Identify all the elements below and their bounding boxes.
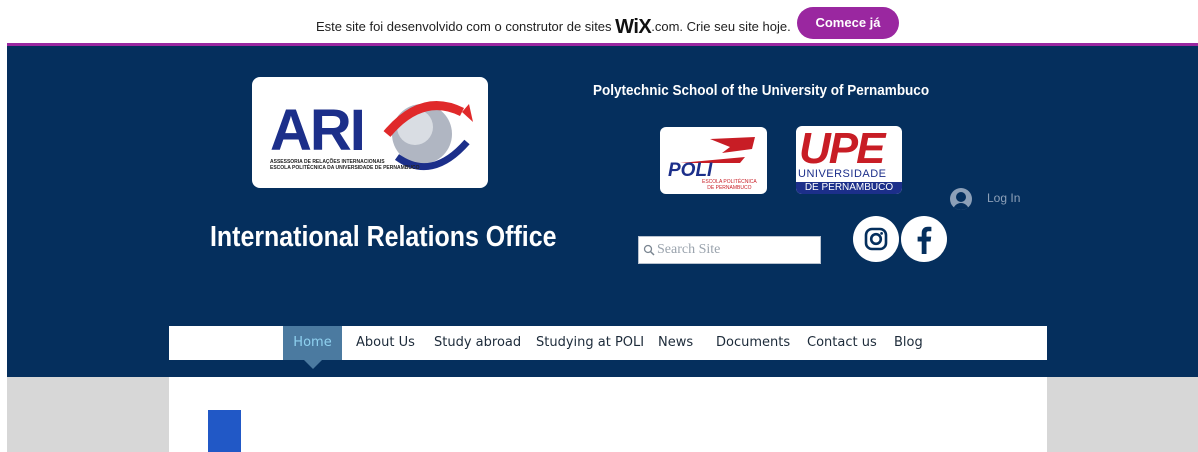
search-box[interactable] [638, 236, 821, 264]
active-nav-indicator [304, 360, 322, 369]
ari-logo-subtitle-line2: ESCOLA POLITÉCNICA DA UNIVERSIDADE DE PE… [270, 165, 420, 171]
nav-item-study-abroad[interactable]: Study abroad [434, 326, 521, 360]
upe-logo-word: UPE [799, 126, 885, 173]
main-nav: Home About Us Study abroad Studying at P… [169, 326, 1047, 360]
poli-logo-subtitle-line2: DE PERNAMBUCO [707, 185, 752, 191]
user-avatar-icon [950, 188, 972, 210]
nav-item-studying-at-poli[interactable]: Studying at POLI [536, 326, 644, 360]
search-input[interactable] [657, 242, 817, 258]
wix-brand-logo: WiX [615, 16, 652, 38]
instagram-icon [864, 227, 888, 251]
left-edge-strip [0, 46, 7, 452]
ari-logo-subtitle: ASSESSORIA DE RELAÇÕES INTERNACIONAIS ES… [270, 159, 419, 171]
content-panel [169, 377, 1047, 452]
upe-logo-line1: UNIVERSIDADE [798, 168, 887, 180]
school-title: Polytechnic School of the University of … [593, 82, 930, 99]
wix-promo-text-before: Este site foi desenvolvido com o constru… [316, 19, 616, 34]
search-icon [643, 244, 655, 256]
wix-promo-banner: Este site foi desenvolvido com o constru… [0, 0, 1198, 44]
site-title: International Relations Office [210, 221, 557, 253]
wix-promo-text-after: .com. Crie seu site hoje. [651, 19, 791, 34]
nav-item-news[interactable]: News [658, 326, 693, 360]
nav-item-documents[interactable]: Documents [716, 326, 790, 360]
instagram-link[interactable] [853, 216, 899, 262]
facebook-icon [917, 226, 932, 254]
nav-item-about-us[interactable]: About Us [356, 326, 415, 360]
ari-logo-letters: ARI [270, 98, 366, 163]
poli-logo[interactable]: POLI ESCOLA POLITÉCNICA DE PERNAMBUCO [660, 127, 767, 194]
login-label: Log In [987, 191, 1021, 205]
content-accent-block [208, 410, 241, 452]
upe-logo[interactable]: UPE UNIVERSIDADE DE PERNAMBUCO [796, 126, 902, 194]
wix-promo-text: Este site foi desenvolvido com o constru… [316, 14, 791, 38]
start-now-button[interactable]: Comece já [797, 7, 899, 39]
poli-logo-subtitle: ESCOLA POLITÉCNICA DE PERNAMBUCO [702, 179, 757, 191]
facebook-link[interactable] [901, 216, 947, 262]
ari-logo[interactable]: ARI ASSESSORIA DE RELAÇÕES INTERNACIONAI… [252, 77, 488, 188]
nav-item-blog[interactable]: Blog [894, 326, 923, 360]
upe-logo-line2: DE PERNAMBUCO [796, 182, 902, 194]
nav-item-contact-us[interactable]: Contact us [807, 326, 877, 360]
nav-item-home[interactable]: Home [283, 326, 342, 360]
